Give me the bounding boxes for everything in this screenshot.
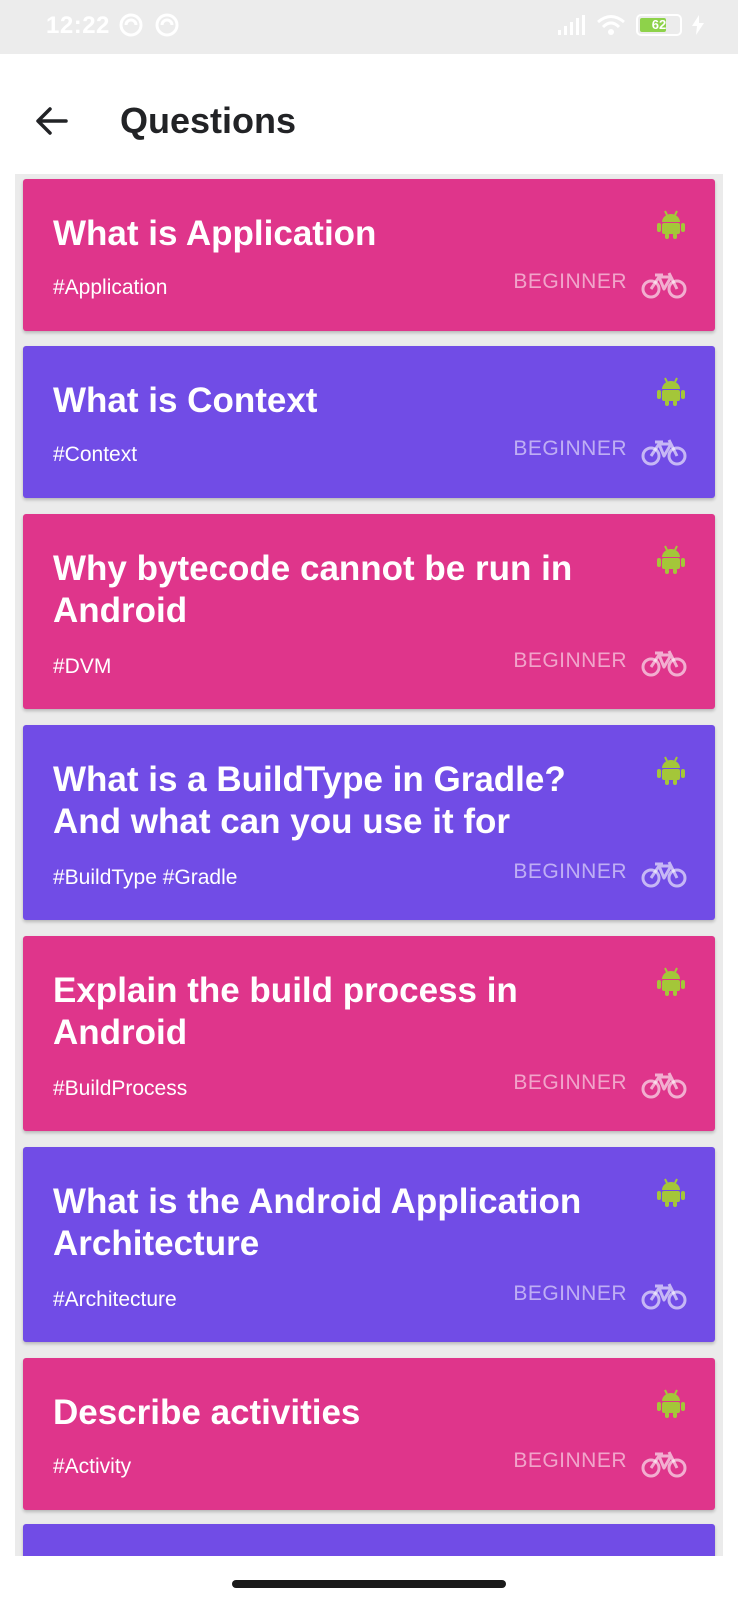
bike-icon — [641, 1072, 687, 1099]
question-tags: #Activity — [53, 1455, 132, 1478]
android-icon — [657, 1178, 685, 1207]
android-icon — [657, 545, 685, 574]
android-icon — [657, 1389, 685, 1418]
question-card[interactable]: Describe activities #Activity BEGINNER — [23, 1358, 715, 1510]
question-tags: #BuildProcess — [53, 1077, 188, 1100]
back-button[interactable] — [30, 99, 74, 143]
difficulty-level: BEGINNER — [513, 860, 627, 883]
status-system-icons: 62 — [558, 14, 704, 36]
notification-icon — [119, 13, 143, 37]
question-title: What is the Android Application Architec… — [53, 1182, 582, 1263]
bike-icon — [641, 1283, 687, 1310]
question-title: What is Context — [53, 381, 318, 420]
question-card[interactable]: Explain the build process in Android #Bu… — [23, 936, 715, 1131]
battery-percent: 62 — [651, 17, 667, 32]
arrow-left-icon — [36, 107, 68, 135]
question-card[interactable] — [23, 1524, 715, 1556]
difficulty-level: BEGINNER — [513, 270, 627, 293]
question-tags: #Context — [53, 443, 138, 466]
question-tags: #DVM — [53, 655, 112, 678]
status-time: 12:22 — [46, 12, 110, 39]
app-bar: Questions — [0, 54, 738, 174]
difficulty-level: BEGINNER — [513, 1449, 627, 1472]
difficulty-level: BEGINNER — [513, 437, 627, 460]
android-icon — [657, 967, 685, 996]
bike-icon — [641, 272, 687, 299]
page-title: Questions — [120, 100, 297, 141]
question-title: What is a BuildType in Gradle? And what … — [53, 760, 566, 841]
question-tags: #Application — [53, 276, 168, 299]
home-indicator[interactable] — [232, 1580, 506, 1588]
question-title: Explain the build process in Android — [53, 971, 518, 1052]
question-card[interactable]: What is Context #Context BEGINNER — [23, 346, 715, 498]
battery-icon: 62 — [636, 14, 682, 36]
difficulty-level: BEGINNER — [513, 1071, 627, 1094]
android-icon — [657, 756, 685, 785]
question-title: Why bytecode cannot be run in Android — [53, 549, 573, 630]
question-card[interactable]: What is Application #Application BEGINNE… — [23, 179, 715, 331]
bike-icon — [641, 1451, 687, 1478]
question-card[interactable]: What is the Android Application Architec… — [23, 1147, 715, 1342]
wifi-icon — [597, 15, 625, 35]
question-title: Describe activities — [53, 1393, 361, 1432]
difficulty-level: BEGINNER — [513, 1282, 627, 1305]
difficulty-level: BEGINNER — [513, 649, 627, 672]
charging-icon — [692, 15, 704, 35]
question-tags: #BuildType #Gradle — [53, 866, 238, 889]
question-card[interactable]: Why bytecode cannot be run in Android #D… — [23, 514, 715, 709]
navigation-bar — [0, 1556, 738, 1600]
android-icon — [657, 377, 685, 406]
bike-icon — [641, 650, 687, 677]
signal-icon — [558, 15, 585, 35]
question-tags: #Architecture — [53, 1288, 177, 1311]
status-bar: 12:22 62 — [0, 0, 738, 54]
question-title: What is Application — [53, 214, 377, 253]
question-card[interactable]: What is a BuildType in Gradle? And what … — [23, 725, 715, 920]
bike-icon — [641, 439, 687, 466]
notification-icon — [155, 13, 179, 37]
question-list[interactable]: What is Application #Application BEGINNE… — [15, 174, 723, 1556]
bike-icon — [641, 861, 687, 888]
android-icon — [657, 210, 685, 239]
status-notification-icons — [118, 12, 180, 38]
